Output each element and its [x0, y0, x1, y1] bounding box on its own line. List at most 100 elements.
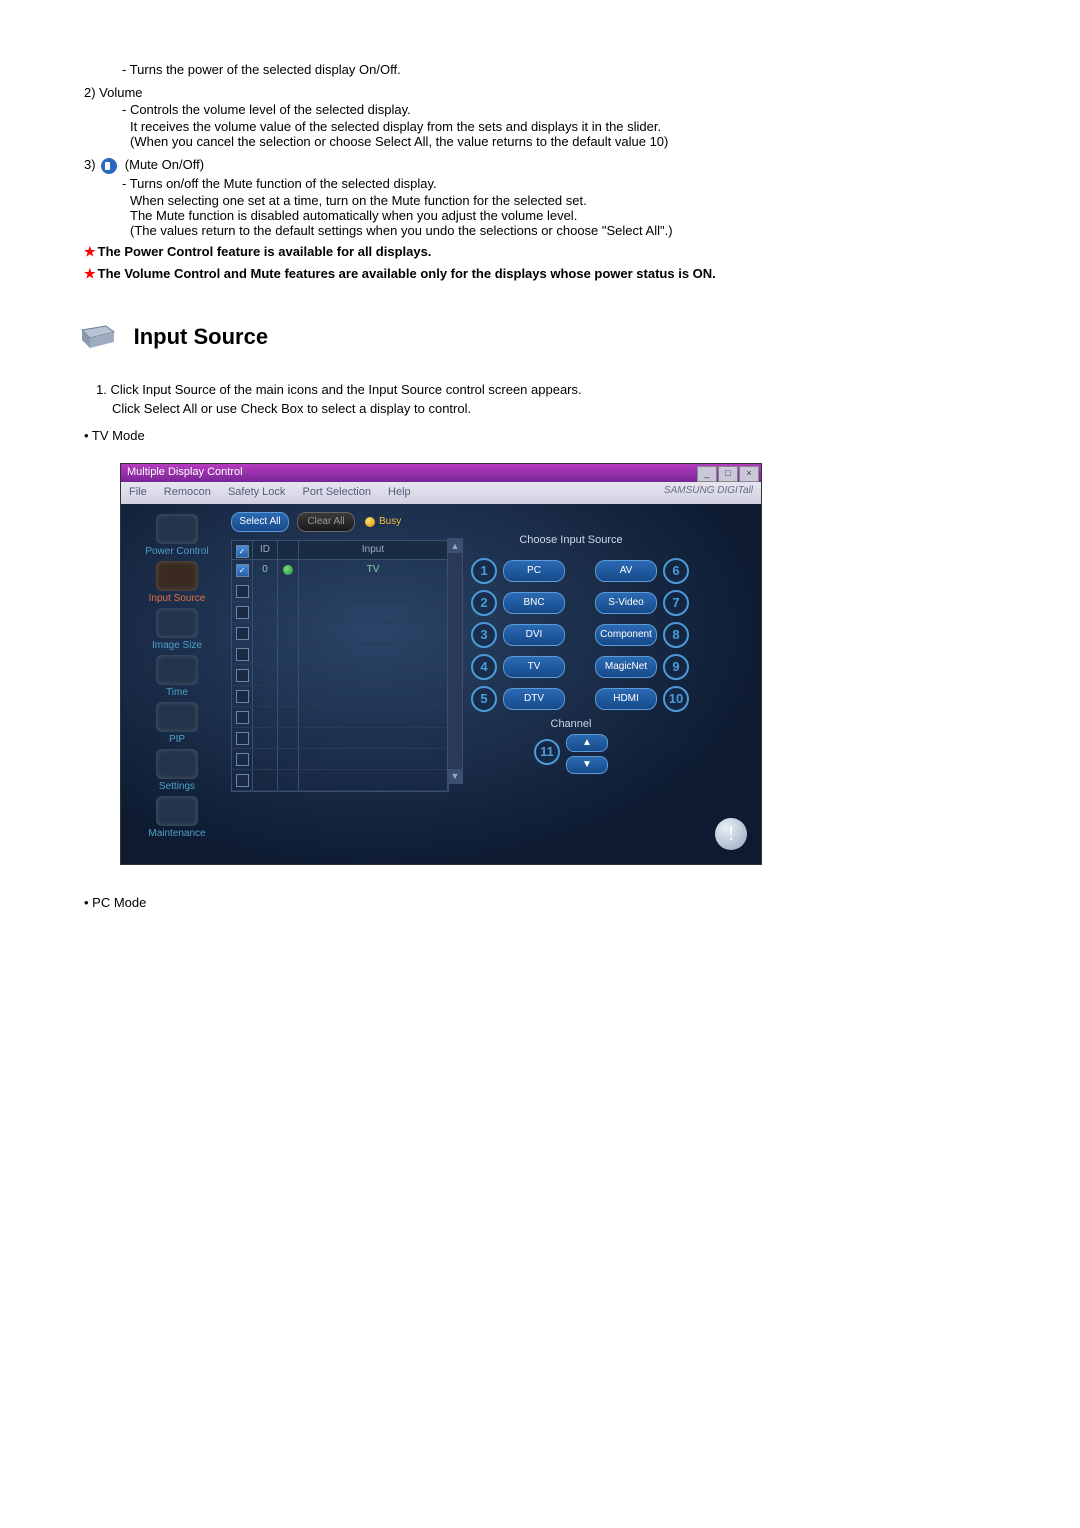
source-button-component[interactable]: Component [595, 624, 657, 646]
callout-badge-5: 5 [471, 686, 497, 712]
channel-up-button[interactable]: ▲ [566, 734, 608, 752]
col-id: ID [253, 541, 278, 559]
row-checkbox[interactable] [236, 564, 249, 577]
source-button-dvi[interactable]: DVI [503, 624, 565, 646]
table-row[interactable] [232, 749, 448, 770]
callout-badge-9: 9 [663, 654, 689, 680]
sidebar-item-time[interactable]: Time [131, 655, 223, 698]
source-button-av[interactable]: AV [595, 560, 657, 582]
settings-icon [156, 749, 198, 779]
row-checkbox[interactable] [236, 669, 249, 682]
display-grid: ID Input 0 TV [231, 540, 449, 792]
callout-badge-4: 4 [471, 654, 497, 680]
table-row[interactable] [232, 623, 448, 644]
source-button-magicnet[interactable]: MagicNet [595, 656, 657, 678]
sidebar-item-settings[interactable]: Settings [131, 749, 223, 792]
item-volume: 2) Volume [84, 85, 1010, 100]
info-icon[interactable]: ! [715, 818, 747, 850]
table-row[interactable]: 0 TV [232, 560, 448, 581]
star-icon: ★ [84, 244, 96, 259]
sidebar-item-pip[interactable]: PIP [131, 702, 223, 745]
sidebar-item-label: Input Source [131, 593, 223, 604]
table-row[interactable] [232, 665, 448, 686]
menu-help[interactable]: Help [388, 486, 411, 498]
star-icon: ★ [84, 266, 96, 281]
table-row[interactable] [232, 644, 448, 665]
scroll-up-icon[interactable]: ▲ [448, 539, 462, 553]
mute-desc-3: The Mute function is disabled automatica… [130, 208, 1010, 223]
row-checkbox[interactable] [236, 648, 249, 661]
row-checkbox[interactable] [236, 711, 249, 724]
header-checkbox[interactable] [236, 545, 249, 558]
source-button-tv[interactable]: TV [503, 656, 565, 678]
table-row[interactable] [232, 770, 448, 791]
input-source-panel: Choose Input Source 1PC 2BNC 3DVI 4TV 5D… [471, 534, 671, 774]
bullet-tv-mode: • TV Mode [84, 428, 1010, 443]
scrollbar[interactable]: ▲ ▼ [447, 538, 463, 784]
source-row-component: 8 Component [595, 622, 689, 648]
table-row[interactable] [232, 686, 448, 707]
mute-desc-2: When selecting one set at a time, turn o… [130, 193, 1010, 208]
source-button-bnc[interactable]: BNC [503, 592, 565, 614]
vol-desc-3: (When you cancel the selection or choose… [130, 134, 1010, 149]
source-row-dtv: 5 DTV [471, 686, 565, 712]
close-button[interactable]: × [739, 466, 759, 482]
table-row[interactable] [232, 728, 448, 749]
maximize-button[interactable]: □ [718, 466, 738, 482]
source-row-magicnet: 9 MagicNet [595, 654, 689, 680]
row-checkbox[interactable] [236, 585, 249, 598]
channel-down-button[interactable]: ▼ [566, 756, 608, 774]
speaker-icon [101, 158, 117, 174]
mute-desc-4: (The values return to the default settin… [130, 223, 1010, 238]
menu-remocon[interactable]: Remocon [164, 486, 211, 498]
select-all-button[interactable]: Select All [231, 512, 289, 532]
source-row-dvi: 3 DVI [471, 622, 565, 648]
sidebar-item-label: Image Size [131, 640, 223, 651]
sidebar-item-image-size[interactable]: Image Size [131, 608, 223, 651]
source-button-dtv[interactable]: DTV [503, 688, 565, 710]
callout-badge-3: 3 [471, 622, 497, 648]
status-dot-icon [283, 565, 293, 575]
input-source-header-icon [78, 322, 118, 352]
app-body: Power Control Input Source Image Size Ti… [121, 504, 761, 864]
table-row[interactable] [232, 602, 448, 623]
choose-input-title: Choose Input Source [471, 534, 671, 546]
menu-port-selection[interactable]: Port Selection [302, 486, 370, 498]
row-checkbox[interactable] [236, 732, 249, 745]
mute-desc-1: - Turns on/off the Mute function of the … [122, 176, 1010, 191]
sidebar-item-power-control[interactable]: Power Control [131, 514, 223, 557]
callout-badge-8: 8 [663, 622, 689, 648]
item-mute: 3) (Mute On/Off) [84, 157, 1010, 174]
sidebar-item-input-source[interactable]: Input Source [131, 561, 223, 604]
source-row-bnc: 2BNC [471, 590, 565, 616]
callout-badge-7: 7 [663, 590, 689, 616]
sidebar-item-maintenance[interactable]: Maintenance [131, 796, 223, 839]
source-button-svideo[interactable]: S-Video [595, 592, 657, 614]
row-checkbox[interactable] [236, 690, 249, 703]
table-row[interactable] [232, 707, 448, 728]
table-row[interactable] [232, 581, 448, 602]
source-row-hdmi: 10HDMI [595, 686, 689, 712]
row-checkbox[interactable] [236, 753, 249, 766]
sidebar-item-label: Power Control [131, 546, 223, 557]
note-volume: ★The Volume Control and Mute features ar… [84, 266, 1010, 282]
source-button-pc[interactable]: PC [503, 560, 565, 582]
grid-header: ID Input [232, 541, 448, 560]
col-check[interactable] [232, 541, 253, 559]
busy-label: Busy [379, 516, 401, 527]
callout-badge-11: 11 [534, 739, 560, 765]
busy-indicator: Busy [365, 516, 401, 527]
row-checkbox[interactable] [236, 627, 249, 640]
menu-safety-lock[interactable]: Safety Lock [228, 486, 285, 498]
row-checkbox[interactable] [236, 774, 249, 787]
menu-file[interactable]: File [129, 486, 147, 498]
row-checkbox[interactable] [236, 606, 249, 619]
clear-all-button[interactable]: Clear All [297, 512, 355, 532]
source-row-tv: 4 TV [471, 654, 565, 680]
mute-num: 3) [84, 157, 99, 172]
scroll-down-icon[interactable]: ▼ [448, 769, 462, 783]
minimize-button[interactable]: _ [697, 466, 717, 482]
callout-badge-6: 6 [663, 558, 689, 584]
source-button-hdmi[interactable]: HDMI [595, 688, 657, 710]
busy-dot-icon [365, 517, 375, 527]
